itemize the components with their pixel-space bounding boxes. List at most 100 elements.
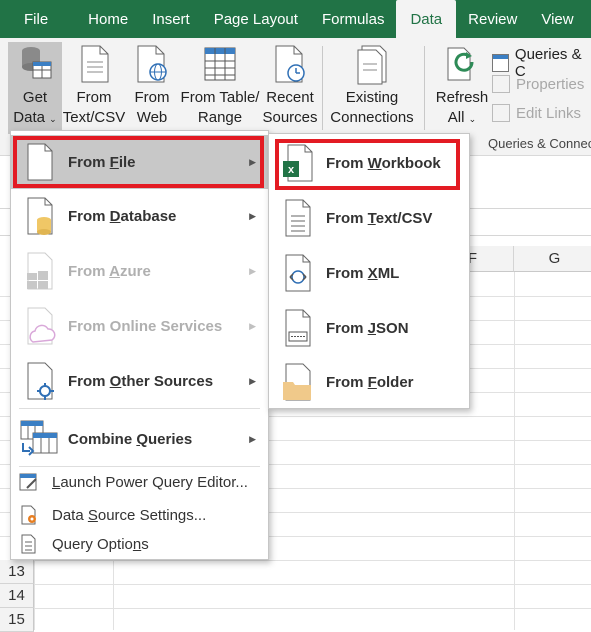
submenu-item-from-folder[interactable]: From Folder <box>269 356 469 408</box>
menu-item-launch-power-query-editor[interactable]: Launch Power Query Editor... <box>11 467 268 497</box>
database-icon <box>23 196 57 236</box>
get-data-button[interactable]: Get Data ⌄ <box>8 42 62 134</box>
edit-links-icon <box>492 104 510 122</box>
text-file-icon <box>281 198 315 238</box>
highlight-box <box>275 139 460 190</box>
existing-connections-label-1: Existing <box>345 89 399 106</box>
from-text-csv-label-1: From <box>76 89 112 106</box>
row-header-14[interactable]: 14 <box>0 584 34 608</box>
from-text-csv-label-2: Text/CSV <box>62 109 126 126</box>
refresh-all-button[interactable]: Refresh All ⌄ <box>434 42 490 129</box>
menu-item-combine-queries[interactable]: Combine Queries ▶ <box>11 411 268 467</box>
grid-line <box>0 584 591 585</box>
menu-item-label: From Other Sources <box>68 373 214 390</box>
menu-item-label: Launch Power Query Editor... <box>52 473 248 491</box>
get-data-label-1: Get <box>22 89 48 106</box>
clock-file-icon <box>272 42 308 86</box>
ribbon-separator <box>424 46 425 130</box>
chevron-right-icon: ▶ <box>249 321 256 331</box>
menu-item-data-source-settings[interactable]: Data Source Settings... <box>11 500 268 530</box>
tab-home[interactable]: Home <box>76 0 140 38</box>
grid-line <box>514 272 515 630</box>
submenu-item-label: From JSON <box>326 320 409 337</box>
queries-connections-icon <box>492 54 509 72</box>
tab-file[interactable]: File <box>0 0 76 38</box>
edit-links-button[interactable]: Edit Links <box>492 104 581 122</box>
from-web-button[interactable]: From Web <box>130 42 174 128</box>
chevron-right-icon: ▶ <box>249 433 256 444</box>
from-text-csv-button[interactable]: From Text/CSV <box>62 42 126 128</box>
text-file-icon <box>76 42 112 86</box>
menu-item-from-azure[interactable]: From Azure ▶ <box>11 244 268 299</box>
get-data-menu: From File ▶ From Database ▶ From Azure ▶… <box>10 130 269 560</box>
grid-line <box>0 608 591 609</box>
queries-group-label: Queries & Connec <box>488 136 591 151</box>
menu-item-label: From Database <box>68 208 177 225</box>
menu-item-query-options[interactable]: Query Options <box>11 529 268 559</box>
chevron-down-icon: ⌄ <box>49 114 57 124</box>
existing-connections-button[interactable]: Existing Connections <box>329 42 415 128</box>
database-table-icon <box>17 42 53 86</box>
chevron-down-icon: ⌄ <box>468 114 477 124</box>
edit-links-label: Edit Links <box>516 104 582 122</box>
connections-file-icon <box>354 42 390 86</box>
properties-icon <box>492 75 510 93</box>
xml-file-icon <box>281 253 315 293</box>
column-header-g[interactable]: G <box>514 246 591 272</box>
menu-item-label: Data Source Settings... <box>52 506 207 524</box>
recent-sources-label-1: Recent <box>266 89 314 106</box>
submenu-item-from-text-csv[interactable]: From Text/CSV <box>269 191 469 246</box>
refresh-icon <box>444 42 480 86</box>
properties-button[interactable]: Properties <box>492 75 584 93</box>
tab-view[interactable]: View <box>529 0 585 38</box>
submenu-item-label: From XML <box>326 265 400 282</box>
folder-icon <box>281 362 315 402</box>
from-file-submenu: x From Workbook From Text/CSV From XML F… <box>268 133 470 409</box>
azure-icon <box>23 251 57 291</box>
row-header-13[interactable]: 13 <box>0 560 34 584</box>
from-table-range-label-1: From Table/ <box>180 89 260 106</box>
submenu-item-label: From Folder <box>326 373 414 391</box>
menu-item-label: From Azure <box>68 263 151 280</box>
chevron-right-icon: ▶ <box>249 266 256 276</box>
row-header-15[interactable]: 15 <box>0 608 34 632</box>
power-query-icon <box>19 472 39 492</box>
chevron-right-icon: ▶ <box>249 376 256 386</box>
menu-separator <box>19 408 260 409</box>
json-file-icon <box>281 308 315 348</box>
data-source-settings-icon <box>19 505 39 525</box>
submenu-item-label: From Text/CSV <box>326 210 433 227</box>
existing-connections-label-2: Connections <box>330 109 414 126</box>
from-web-label-1: From <box>134 89 170 106</box>
submenu-item-from-json[interactable]: From JSON <box>269 301 469 356</box>
menu-item-from-database[interactable]: From Database ▶ <box>11 189 268 244</box>
menu-item-label: From Online Services <box>68 318 223 335</box>
refresh-all-label-2: All ⌄ <box>447 109 477 126</box>
tab-review[interactable]: Review <box>456 0 529 38</box>
get-data-label-2: Data ⌄ <box>13 109 57 126</box>
ribbon-tab-bar: File Home Insert Page Layout Formulas Da… <box>0 0 591 38</box>
properties-label: Properties <box>516 75 585 93</box>
web-globe-icon <box>134 42 170 86</box>
tab-formulas[interactable]: Formulas <box>310 0 397 38</box>
menu-item-label: Query Options <box>52 535 149 553</box>
from-table-range-label-2: Range <box>197 109 243 126</box>
highlight-box <box>13 136 264 188</box>
menu-item-from-other-sources[interactable]: From Other Sources ▶ <box>11 354 268 409</box>
query-options-icon <box>19 534 39 554</box>
tab-page-layout[interactable]: Page Layout <box>202 0 310 38</box>
from-web-label-2: Web <box>136 109 168 126</box>
combine-queries-icon <box>19 419 59 459</box>
ribbon-separator <box>322 46 323 130</box>
menu-item-from-online-services[interactable]: From Online Services ▶ <box>11 299 268 354</box>
tab-insert[interactable]: Insert <box>140 0 202 38</box>
recent-sources-button[interactable]: Recent Sources <box>262 42 318 128</box>
table-icon <box>202 42 238 86</box>
chevron-right-icon: ▶ <box>249 211 256 221</box>
tab-data[interactable]: Data <box>396 0 457 38</box>
other-sources-icon <box>23 361 57 401</box>
submenu-item-from-xml[interactable]: From XML <box>269 246 469 301</box>
recent-sources-label-2: Sources <box>262 109 318 126</box>
from-table-range-button[interactable]: From Table/ Range <box>179 42 261 128</box>
refresh-all-label-1: Refresh <box>435 89 489 106</box>
